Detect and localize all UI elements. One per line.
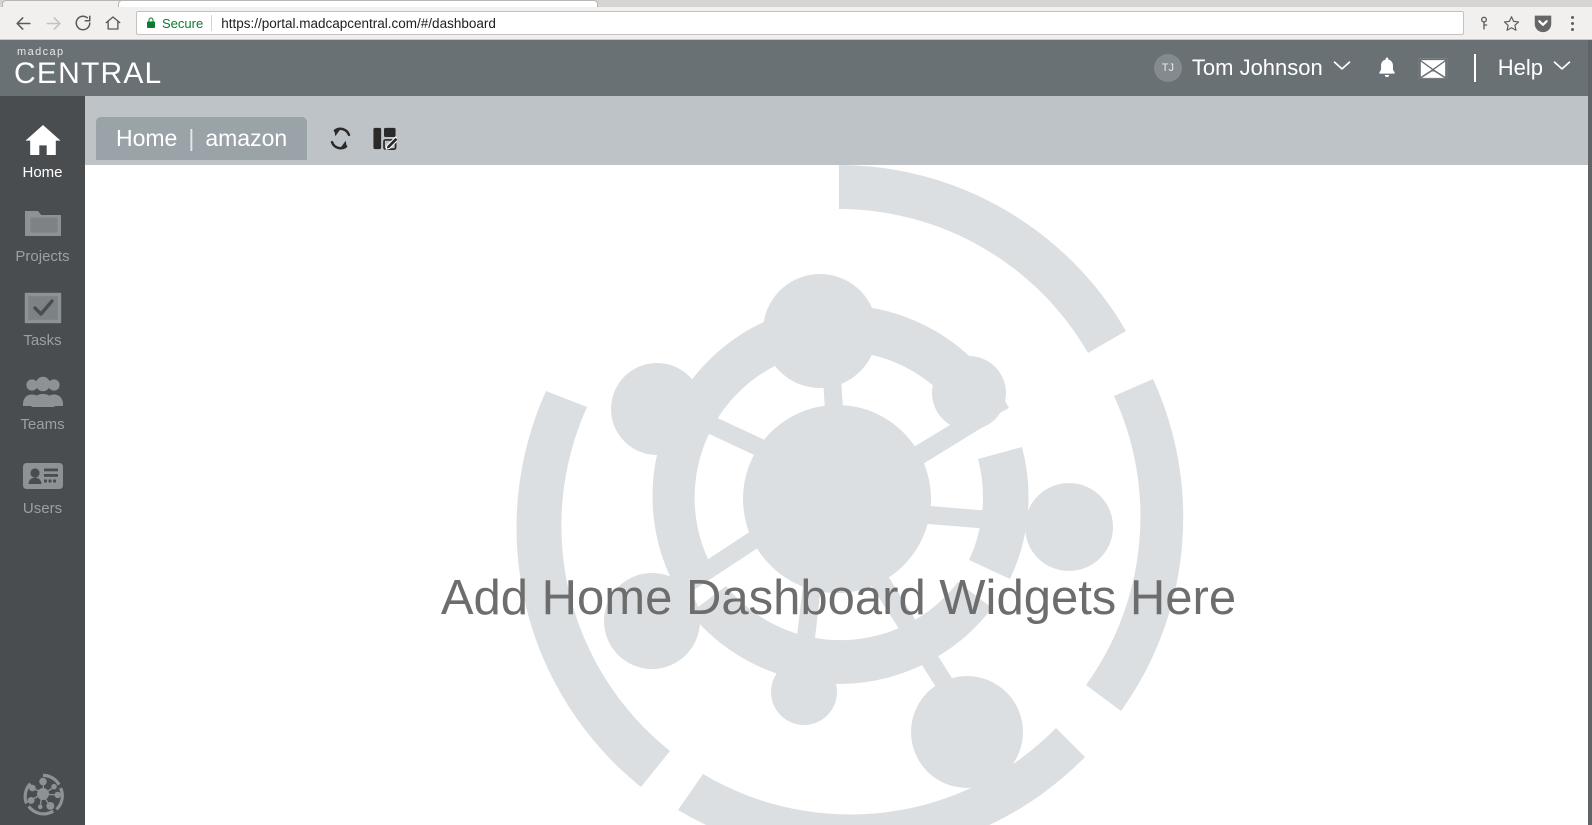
key-icon[interactable]	[1471, 10, 1497, 36]
browser-toolbar: Secure https://portal.madcapcentral.com/…	[0, 7, 1592, 40]
sidebar-item-label: Users	[22, 499, 63, 517]
madcap-central-hub-watermark	[515, 165, 1183, 825]
bell-icon[interactable]	[1376, 56, 1398, 80]
app-body: Home Projects Tasks Teams Users Home | a…	[0, 96, 1592, 825]
breadcrumb-home: Home	[116, 125, 178, 151]
back-arrow-icon[interactable]	[8, 9, 38, 37]
madcap-central-hub-icon[interactable]	[0, 771, 85, 817]
envelope-icon[interactable]	[1418, 57, 1448, 80]
madcap-central-app: madcap CENTRAL TJ Tom Johnson Help Home …	[0, 40, 1592, 825]
home-icon	[23, 120, 63, 160]
reload-icon[interactable]	[68, 9, 98, 37]
people-icon	[22, 372, 64, 412]
edit-layout-icon[interactable]	[372, 125, 398, 152]
app-logo[interactable]: madcap CENTRAL	[0, 47, 300, 90]
header-divider	[1473, 54, 1476, 82]
breadcrumb-project: amazon	[205, 125, 288, 151]
folder-icon	[23, 204, 63, 244]
sidebar-item-tasks[interactable]: Tasks	[0, 276, 85, 360]
star-icon[interactable]	[1498, 10, 1524, 36]
window-right-edge	[1588, 40, 1592, 825]
header-user-area: TJ Tom Johnson Help	[1153, 54, 1592, 82]
sidebar-item-label: Tasks	[23, 331, 62, 349]
chevron-down-icon[interactable]	[1552, 59, 1572, 77]
chevron-down-icon[interactable]	[1332, 59, 1352, 77]
sidebar-item-label: Projects	[15, 247, 70, 265]
address-bar[interactable]: Secure https://portal.madcapcentral.com/…	[136, 11, 1464, 35]
help-label[interactable]: Help	[1498, 55, 1543, 81]
home-outline-icon[interactable]	[98, 9, 128, 37]
forward-arrow-icon	[38, 9, 68, 37]
omnibox-divider	[211, 15, 213, 31]
sidebar-item-users[interactable]: Users	[0, 444, 85, 528]
sidebar-item-label: Home	[22, 163, 63, 181]
breadcrumb-bar: Home | amazon	[85, 96, 1592, 165]
refresh-icon[interactable]	[328, 125, 353, 152]
user-name-label[interactable]: Tom Johnson	[1192, 55, 1323, 81]
dashboard-placeholder-text: Add Home Dashboard Widgets Here	[440, 571, 1237, 625]
main-content: Home | amazon Add Home Dashboard Widgets…	[85, 96, 1592, 825]
logo-central-text: CENTRAL	[14, 57, 163, 90]
dashboard-tab[interactable]: Home | amazon	[96, 117, 308, 160]
sidebar-item-teams[interactable]: Teams	[0, 360, 85, 444]
sidebar-item-home[interactable]: Home	[0, 108, 85, 192]
breadcrumb-separator: |	[188, 125, 195, 151]
sidebar-item-label: Teams	[20, 415, 65, 433]
sidebar-item-projects[interactable]: Projects	[0, 192, 85, 276]
lock-icon	[145, 16, 157, 30]
three-dot-menu-icon[interactable]	[1560, 10, 1584, 36]
url-text: https://portal.madcapcentral.com/#/dashb…	[221, 15, 496, 31]
browser-tab-active[interactable]	[118, 0, 598, 7]
id-card-icon	[22, 456, 64, 496]
secure-label: Secure	[162, 15, 204, 31]
checkbox-icon	[24, 288, 62, 328]
avatar[interactable]: TJ	[1153, 54, 1182, 82]
browser-tab-strip[interactable]	[0, 0, 1592, 7]
pocket-badge-icon[interactable]	[1530, 10, 1556, 36]
dashboard-canvas[interactable]: Add Home Dashboard Widgets Here	[85, 165, 1592, 825]
app-header: madcap CENTRAL TJ Tom Johnson Help	[0, 40, 1592, 96]
sidebar: Home Projects Tasks Teams Users	[0, 96, 85, 825]
